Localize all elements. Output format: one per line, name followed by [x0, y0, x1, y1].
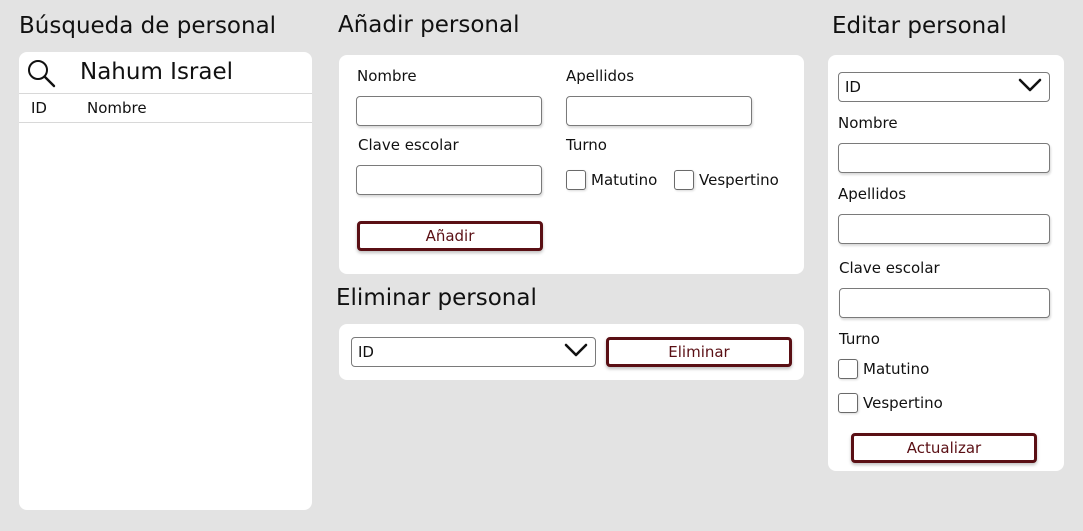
delete-select-value: ID — [358, 343, 374, 361]
edit-turno-label: Turno — [839, 330, 880, 348]
chevron-down-icon — [563, 342, 589, 362]
chevron-down-icon — [1017, 77, 1043, 97]
edit-id-select[interactable]: ID — [838, 72, 1050, 102]
search-input[interactable]: Nahum Israel — [80, 59, 233, 85]
edit-panel: ID Nombre Apellidos Clave escolar Turno … — [828, 55, 1064, 471]
edit-apellidos-field[interactable] — [838, 214, 1050, 244]
add-apellidos-label: Apellidos — [566, 67, 635, 85]
add-nombre-label: Nombre — [357, 67, 417, 85]
delete-section-title: Eliminar personal — [336, 285, 537, 311]
edit-select-value: ID — [845, 78, 861, 96]
divider — [19, 122, 312, 123]
edit-vespertino-label: Vespertino — [863, 394, 943, 412]
edit-section-title: Editar personal — [832, 13, 1007, 39]
add-nombre-field[interactable] — [356, 96, 542, 126]
column-header-id[interactable]: ID — [31, 99, 47, 117]
add-matutino-label: Matutino — [591, 171, 658, 189]
delete-id-select[interactable]: ID — [351, 337, 596, 367]
edit-matutino-checkbox[interactable] — [838, 359, 858, 379]
update-button[interactable]: Actualizar — [851, 433, 1037, 463]
add-matutino-checkbox[interactable] — [566, 170, 586, 190]
add-section-title: Añadir personal — [338, 12, 520, 38]
column-header-nombre[interactable]: Nombre — [87, 99, 147, 117]
search-icon[interactable] — [26, 58, 56, 88]
add-panel: Nombre Apellidos Clave escolar Turno Mat… — [339, 55, 804, 274]
add-turno-label: Turno — [566, 136, 607, 154]
edit-vespertino-checkbox[interactable] — [838, 393, 858, 413]
delete-panel: ID Eliminar — [339, 324, 804, 380]
add-vespertino-label: Vespertino — [699, 171, 779, 189]
search-panel: Nahum Israel ID Nombre — [19, 52, 312, 510]
add-clave-label: Clave escolar — [358, 136, 459, 154]
add-apellidos-field[interactable] — [566, 96, 752, 126]
edit-nombre-field[interactable] — [838, 143, 1050, 173]
add-vespertino-checkbox[interactable] — [674, 170, 694, 190]
edit-clave-label: Clave escolar — [839, 259, 940, 277]
add-button[interactable]: Añadir — [357, 221, 543, 251]
search-section-title: Búsqueda de personal — [19, 13, 277, 39]
edit-nombre-label: Nombre — [838, 114, 898, 132]
add-clave-field[interactable] — [356, 165, 542, 195]
divider — [19, 93, 312, 94]
edit-matutino-label: Matutino — [863, 360, 930, 378]
edit-apellidos-label: Apellidos — [838, 185, 907, 203]
delete-button[interactable]: Eliminar — [606, 337, 792, 367]
edit-clave-field[interactable] — [839, 288, 1050, 318]
